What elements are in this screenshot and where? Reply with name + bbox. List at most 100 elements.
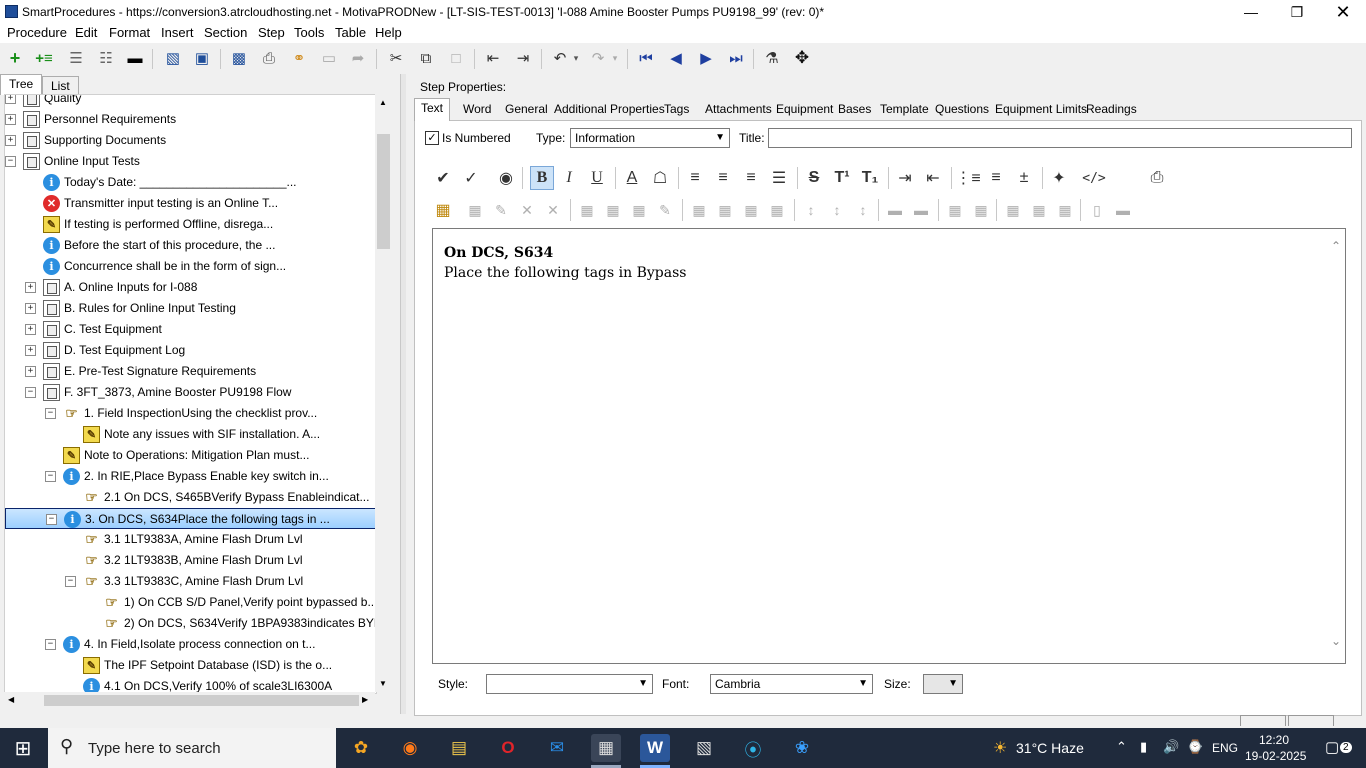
link-icon[interactable]: ⚭ bbox=[289, 48, 309, 68]
tree-item[interactable]: i Concurrence shall be in the form of sig… bbox=[5, 256, 376, 277]
redo-dropdown-icon[interactable]: ▾ bbox=[605, 48, 625, 68]
tab-attachments[interactable]: Attachments bbox=[699, 100, 778, 119]
volume-icon[interactable]: 🔊 bbox=[1163, 739, 1179, 755]
minimize-button[interactable]: — bbox=[1228, 0, 1274, 24]
is-numbered-checkbox[interactable]: ✓ bbox=[425, 131, 439, 145]
previous-icon[interactable]: ◀ bbox=[666, 48, 686, 68]
menu-section[interactable]: Section bbox=[204, 25, 247, 40]
collapse-icon[interactable]: − bbox=[65, 576, 76, 587]
color-wheel-icon[interactable]: ◉ bbox=[495, 167, 517, 189]
underline-button[interactable]: U bbox=[586, 167, 608, 189]
tab-general[interactable]: General bbox=[499, 100, 554, 119]
tree-vertical-scrollbar[interactable]: ▲ ▼ bbox=[375, 94, 392, 692]
tab-equipment[interactable]: Equipment bbox=[770, 100, 839, 119]
html-source-icon[interactable]: </> bbox=[1082, 167, 1105, 189]
taskbar-search[interactable]: ⚲ Type here to search bbox=[48, 728, 336, 768]
italic-button[interactable]: I bbox=[558, 167, 580, 189]
menu-procedure[interactable]: Procedure bbox=[7, 25, 67, 40]
table-tool-icon[interactable]: ▦ bbox=[740, 199, 762, 221]
expand-icon[interactable]: + bbox=[25, 366, 36, 377]
weather-text[interactable]: 31°C Haze bbox=[1016, 740, 1084, 756]
tree-item[interactable]: ✎ Note to Operations: Mitigation Plan mus… bbox=[5, 445, 376, 466]
list-icon[interactable]: ☰ bbox=[66, 48, 86, 68]
cut-icon[interactable]: ✂ bbox=[386, 48, 406, 68]
menu-help[interactable]: Help bbox=[375, 25, 402, 40]
table-tool-icon[interactable]: ▯ bbox=[1086, 199, 1108, 221]
step-text-editor[interactable]: On DCS, S634 Place the following tags in… bbox=[432, 228, 1346, 664]
insert-table-icon[interactable]: ▦ bbox=[432, 199, 454, 221]
collapse-icon[interactable]: − bbox=[46, 514, 57, 525]
title-input[interactable] bbox=[768, 128, 1352, 148]
table-tool-icon[interactable]: ✕ bbox=[516, 199, 538, 221]
tree-item[interactable]: − i 3. On DCS, S634Place the following tag… bbox=[5, 508, 376, 529]
align-left-icon[interactable]: ≡ bbox=[684, 167, 706, 189]
tree-item[interactable]: + C. Test Equipment bbox=[5, 319, 376, 340]
tree-item[interactable]: − ☞ 3.3 1LT9383C, Amine Flash Drum Lvl bbox=[5, 571, 376, 592]
tree-item[interactable]: + D. Test Equipment Log bbox=[5, 340, 376, 361]
smartprocedures-icon[interactable]: ▦ bbox=[591, 734, 621, 762]
table-tool-icon[interactable]: ▦ bbox=[944, 199, 966, 221]
restore-button[interactable]: ❐ bbox=[1274, 0, 1320, 24]
expand-icon[interactable]: + bbox=[5, 135, 16, 146]
indent-icon[interactable]: ⇥ bbox=[513, 48, 533, 68]
tree-item[interactable]: ✎ Note any issues with SIF installation. … bbox=[5, 424, 376, 445]
expand-icon[interactable]: + bbox=[25, 282, 36, 293]
table-tool-icon[interactable]: ▦ bbox=[576, 199, 598, 221]
forward-icon[interactable]: ➦ bbox=[348, 48, 368, 68]
menu-edit[interactable]: Edit bbox=[75, 25, 97, 40]
tree-item[interactable]: ☞ 3.2 1LT9383B, Amine Flash Drum Lvl bbox=[5, 550, 376, 571]
print-icon[interactable]: ⎙ bbox=[1146, 167, 1168, 189]
scroll-up-icon[interactable]: ▲ bbox=[379, 98, 387, 107]
tree-item[interactable]: ☞ 3.1 1LT9383A, Amine Flash Drum Lvl bbox=[5, 529, 376, 550]
justify-icon[interactable]: ☰ bbox=[768, 167, 790, 189]
procedure-tree[interactable]: + Quality + Personnel Requirements + Supporti… bbox=[4, 94, 377, 694]
table-tool-icon[interactable]: ▦ bbox=[464, 199, 486, 221]
horizontal-rule-icon[interactable]: ± bbox=[1013, 167, 1035, 189]
last-icon[interactable]: ⏭ bbox=[726, 48, 746, 68]
clock-date[interactable]: 19-02-2025 bbox=[1245, 749, 1306, 763]
find-icon[interactable]: ⚗ bbox=[762, 48, 782, 68]
collapse-icon[interactable]: − bbox=[25, 387, 36, 398]
window-icon[interactable]: ▭ bbox=[319, 48, 339, 68]
tree-item[interactable]: ✕ Transmitter input testing is an Online … bbox=[5, 193, 376, 214]
size-select[interactable]: ▼ bbox=[923, 674, 963, 694]
table-tool-icon[interactable]: ▬ bbox=[1112, 199, 1134, 221]
expand-icon[interactable]: + bbox=[5, 114, 16, 125]
wifi-icon[interactable]: ⌚ bbox=[1187, 739, 1203, 755]
next-icon[interactable]: ▶ bbox=[696, 48, 716, 68]
move-icon[interactable]: ✥ bbox=[792, 48, 812, 68]
menu-insert[interactable]: Insert bbox=[161, 25, 194, 40]
tree-item[interactable]: − F. 3FT_3873, Amine Booster PU9198 Flow bbox=[5, 382, 376, 403]
tab-equipment-limits[interactable]: Equipment Limits bbox=[989, 100, 1093, 119]
opera-icon[interactable]: O bbox=[493, 734, 523, 762]
table-tool-icon[interactable]: ▦ bbox=[602, 199, 624, 221]
table-tool-icon[interactable]: ▦ bbox=[1002, 199, 1024, 221]
tree-item[interactable]: − i 4. In Field,Isolate process connection… bbox=[5, 634, 376, 655]
chevron-up-icon[interactable]: ⌃ bbox=[1331, 239, 1341, 253]
tab-additional-properties[interactable]: Additional Properties bbox=[548, 100, 671, 119]
table-tool-icon[interactable]: ▬ bbox=[910, 199, 932, 221]
tree-item[interactable]: − i 2. In RIE,Place Bypass Enable key swit… bbox=[5, 466, 376, 487]
add-icon[interactable]: + bbox=[5, 48, 25, 68]
collapse-icon[interactable]: − bbox=[5, 156, 16, 167]
spellcheck-icon[interactable]: ✔ bbox=[432, 167, 454, 189]
align-right-icon[interactable]: ≡ bbox=[740, 167, 762, 189]
style-select[interactable]: ▼ bbox=[486, 674, 653, 694]
tree-item[interactable]: − Online Input Tests bbox=[5, 151, 376, 172]
expand-icon[interactable]: + bbox=[25, 324, 36, 335]
mail-icon[interactable]: ✉ bbox=[542, 734, 572, 762]
tree-item[interactable]: ☞ 1) On CCB S/D Panel,Verify point bypass… bbox=[5, 592, 376, 613]
undo-dropdown-icon[interactable]: ▾ bbox=[566, 48, 586, 68]
menu-tools[interactable]: Tools bbox=[294, 25, 324, 40]
superscript-button[interactable]: T¹ bbox=[831, 167, 853, 189]
tab-bases[interactable]: Bases bbox=[832, 100, 877, 119]
chevron-down-icon[interactable]: ⌄ bbox=[1331, 634, 1341, 648]
tree-item[interactable]: + A. Online Inputs for I-088 bbox=[5, 277, 376, 298]
print-icon[interactable]: ⎙ bbox=[259, 48, 279, 68]
numbered-list-icon[interactable]: ≡ bbox=[985, 167, 1007, 189]
bold-button[interactable]: B bbox=[530, 166, 554, 190]
tree-item[interactable]: + B. Rules for Online Input Testing bbox=[5, 298, 376, 319]
table-tool-icon[interactable]: ✎ bbox=[654, 199, 676, 221]
remove-icon[interactable]: ▬ bbox=[125, 48, 145, 68]
scroll-left-icon[interactable]: ◀ bbox=[8, 695, 14, 704]
